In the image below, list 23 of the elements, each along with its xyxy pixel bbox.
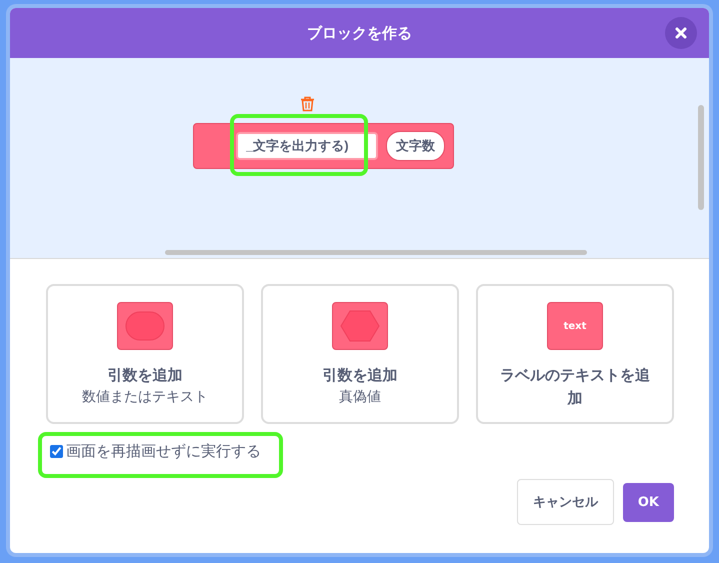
cancel-button[interactable]: キャンセル <box>516 479 614 525</box>
option-title: 引数を追加 <box>322 365 398 386</box>
option-title: 引数を追加 <box>106 365 184 386</box>
option-subtitle: 真偽値 <box>339 388 381 407</box>
add-option-card[interactable]: 引数を追加 数値またはテキスト <box>46 284 244 424</box>
option-title: ラベルのテキストを追加 <box>499 365 651 409</box>
ok-button[interactable]: OK <box>622 482 674 522</box>
close-icon[interactable] <box>675 27 687 39</box>
boolean-block-icon <box>332 302 388 350</box>
horizontal-scrollbar[interactable] <box>165 250 587 255</box>
label-block-icon: text <box>547 302 603 350</box>
reporter-block-icon <box>117 302 173 350</box>
close-button[interactable] <box>665 17 697 49</box>
block-name-field[interactable]: _文字を出力する) <box>236 132 378 160</box>
checkbox-label: 画面を再描画せずに実行する <box>66 442 261 461</box>
trash-icon[interactable] <box>300 96 315 112</box>
argument-pill[interactable]: 文字数 <box>386 131 445 161</box>
dialog-title: ブロックを作る <box>307 24 412 42</box>
option-subtitle: 数値またはテキスト <box>82 388 208 407</box>
checkbox[interactable] <box>50 445 63 458</box>
vertical-scrollbar[interactable] <box>698 105 704 210</box>
add-option-card[interactable]: text ラベルのテキストを追加 <box>476 284 674 424</box>
add-option-card[interactable]: 引数を追加 真偽値 <box>261 284 459 424</box>
